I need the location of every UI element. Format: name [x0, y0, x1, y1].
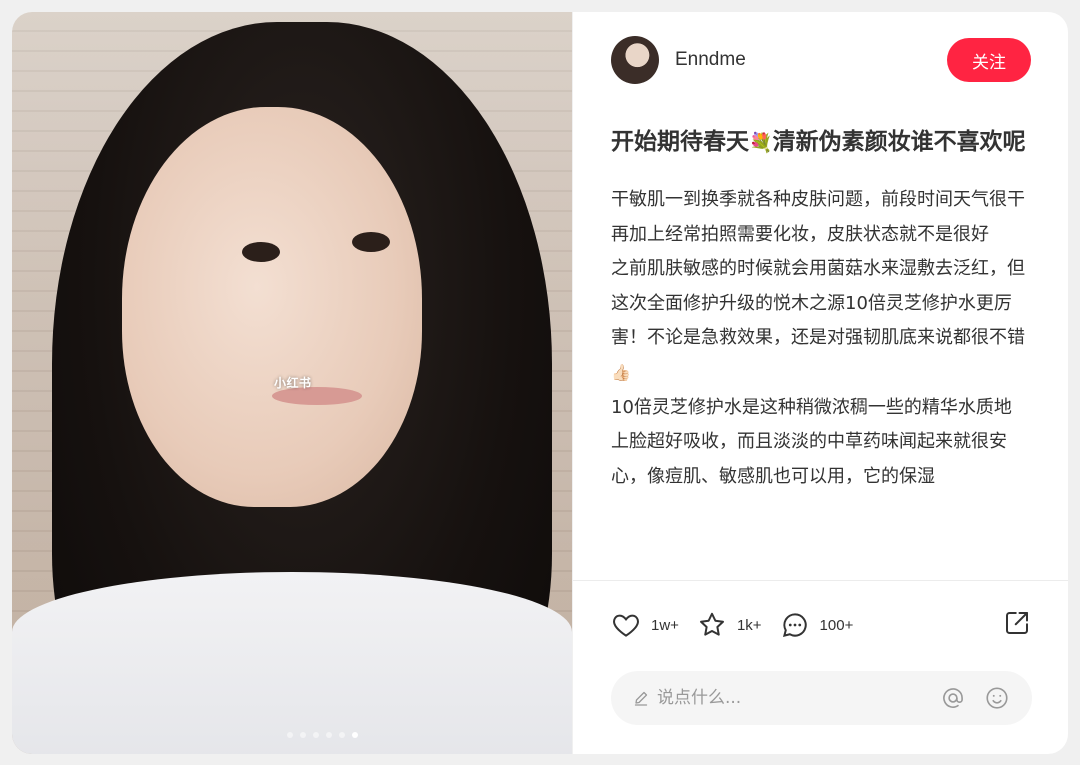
- carousel-dot[interactable]: [325, 732, 332, 738]
- heart-icon: [613, 614, 639, 637]
- note-image-carousel[interactable]: 小红书: [12, 12, 572, 754]
- desc-paragraph-2: 之前肌肤敏感的时候就会用菌菇水来湿敷去泛红，但这次全面修护升级的悦木之源10倍灵…: [611, 252, 1032, 390]
- collect-button[interactable]: 1k+: [697, 610, 762, 640]
- carousel-dot[interactable]: [351, 732, 358, 738]
- comment-input[interactable]: [655, 687, 922, 709]
- author-name[interactable]: Enndme: [675, 49, 947, 71]
- thumbs-up-emoji: 👍🏻: [611, 362, 631, 382]
- photo-eye-right: [352, 232, 390, 252]
- comment-count: 100+: [819, 616, 854, 634]
- note-title-part2: 清新伪素颜妆谁不喜欢呢: [772, 129, 1026, 155]
- photo-shirt: [12, 572, 572, 754]
- like-button[interactable]: 1w+: [611, 610, 679, 640]
- desc-paragraph-1: 干敏肌一到换季就各种皮肤问题，前段时间天气很干 再加上经常拍照需要化妆，皮肤状态…: [611, 189, 1025, 245]
- interaction-bar: 1w+ 1k+ 100+: [573, 580, 1068, 754]
- photo-eye-left: [242, 242, 280, 262]
- carousel-dot[interactable]: [299, 732, 306, 738]
- collect-count: 1k+: [736, 616, 762, 634]
- follow-button[interactable]: 关注: [947, 38, 1031, 82]
- note-detail-card: 小红书 Enndme 关注 开始期待春天💐清新伪素颜妆谁不喜欢呢 干敏肌一到换季…: [12, 12, 1068, 754]
- comment-button[interactable]: 100+: [780, 610, 854, 640]
- avatar[interactable]: [611, 36, 659, 84]
- pen-icon: [634, 691, 648, 706]
- comment-icon: [782, 613, 807, 638]
- like-count: 1w+: [651, 616, 679, 634]
- note-description: 干敏肌一到换季就各种皮肤问题，前段时间天气很干 再加上经常拍照需要化妆，皮肤状态…: [611, 183, 1032, 494]
- carousel-dot[interactable]: [312, 732, 319, 738]
- image-watermark: 小红书: [274, 376, 312, 390]
- star-icon: [699, 612, 724, 636]
- photo-face: [122, 107, 422, 507]
- author-bar: Enndme 关注: [573, 12, 1068, 108]
- desc-paragraph-2-text: 之前肌肤敏感的时候就会用菌菇水来湿敷去泛红，但这次全面修护升级的悦木之源10倍灵…: [611, 258, 1025, 349]
- engagement-actions: 1w+ 1k+ 100+: [611, 607, 1032, 643]
- desc-paragraph-3: 10倍灵芝修护水是这种稍微浓稠一些的精华水质地 上脸超好吸收，而且淡淡的中草药味…: [611, 396, 1012, 487]
- carousel-dot[interactable]: [338, 732, 345, 738]
- bouquet-emoji: 💐: [749, 132, 773, 154]
- carousel-indicator: [12, 732, 572, 738]
- share-icon: [1006, 611, 1028, 634]
- note-content-scroll[interactable]: 开始期待春天💐清新伪素颜妆谁不喜欢呢 干敏肌一到换季就各种皮肤问题，前段时间天气…: [573, 108, 1068, 580]
- note-side-panel: Enndme 关注 开始期待春天💐清新伪素颜妆谁不喜欢呢 干敏肌一到换季就各种皮…: [572, 12, 1068, 754]
- share-button[interactable]: [1002, 608, 1032, 643]
- carousel-dot[interactable]: [286, 732, 293, 738]
- at-icon[interactable]: [940, 685, 966, 711]
- note-title: 开始期待春天💐清新伪素颜妆谁不喜欢呢: [611, 122, 1032, 163]
- emoji-icon[interactable]: [984, 685, 1010, 711]
- comment-input-box[interactable]: [611, 671, 1032, 725]
- note-title-part1: 开始期待春天: [611, 129, 749, 155]
